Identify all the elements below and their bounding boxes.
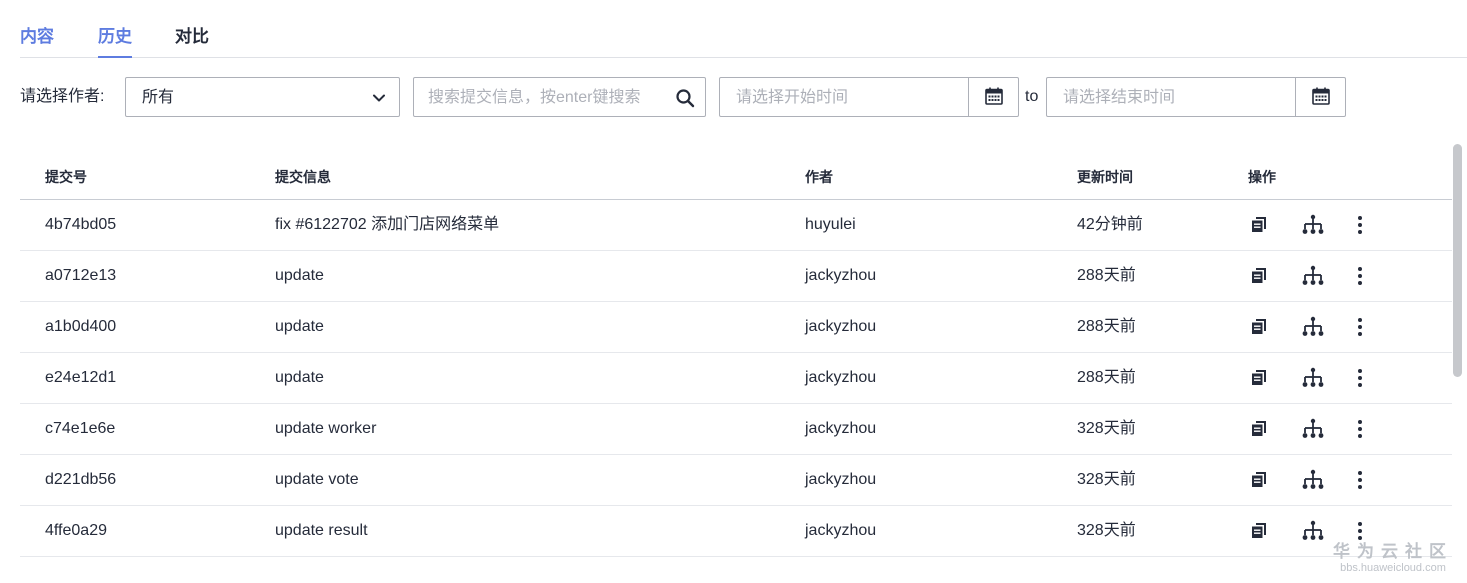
search-icon[interactable] [675, 88, 695, 108]
commit-author: jackyzhou [805, 522, 877, 539]
table-row: d221db56 update vote jackyzhou 328天前 [20, 455, 1452, 506]
commit-time: 288天前 [1077, 267, 1136, 284]
copy-icon[interactable] [1247, 315, 1271, 339]
commit-message: update result [275, 522, 368, 539]
table-row: e24e12d1 update jackyzhou 288天前 [20, 353, 1452, 404]
branch-tree-icon[interactable] [1301, 366, 1325, 390]
commit-id-link[interactable]: c74e1e6e [45, 418, 115, 440]
commit-time: 42分钟前 [1077, 216, 1143, 233]
header-commit-id: 提交号 [45, 169, 87, 185]
commit-message: update vote [275, 471, 359, 488]
more-vertical-icon[interactable] [1348, 468, 1372, 492]
commit-id-link[interactable]: a1b0d400 [45, 316, 116, 338]
tab-history[interactable]: 历史 [98, 25, 132, 58]
copy-icon[interactable] [1247, 264, 1271, 288]
table-body: 4b74bd05 fix #6122702 添加门店网络菜单 huyulei 4… [20, 200, 1452, 557]
table-header: 提交号 提交信息 作者 更新时间 操作 [20, 150, 1452, 200]
commit-message: update [275, 267, 324, 284]
copy-icon[interactable] [1247, 468, 1271, 492]
more-vertical-icon[interactable] [1348, 519, 1372, 543]
branch-tree-icon[interactable] [1301, 417, 1325, 441]
commit-search-box [413, 77, 706, 117]
copy-icon[interactable] [1247, 417, 1271, 441]
branch-tree-icon[interactable] [1301, 468, 1325, 492]
author-select-value: 所有 [142, 89, 175, 106]
commit-time: 328天前 [1077, 522, 1136, 539]
commit-id-link[interactable]: d221db56 [45, 469, 116, 491]
calendar-icon [1312, 87, 1330, 105]
commit-time: 328天前 [1077, 471, 1136, 488]
author-filter-label: 请选择作者: [20, 88, 105, 105]
more-vertical-icon[interactable] [1348, 315, 1372, 339]
tab-history-label: 历史 [98, 27, 132, 46]
header-commit-message: 提交信息 [275, 169, 331, 185]
commit-id-link[interactable]: a0712e13 [45, 265, 116, 287]
copy-icon[interactable] [1247, 366, 1271, 390]
chevron-down-icon [373, 94, 385, 102]
commit-search-input[interactable] [428, 87, 668, 109]
copy-icon[interactable] [1247, 213, 1271, 237]
header-author: 作者 [805, 169, 833, 185]
commit-author: jackyzhou [805, 471, 877, 488]
author-select[interactable]: 所有 [125, 77, 400, 117]
branch-tree-icon[interactable] [1301, 315, 1325, 339]
commit-author: jackyzhou [805, 420, 877, 437]
commit-time: 288天前 [1077, 318, 1136, 335]
watermark: 华为云社区 bbs.huaweicloud.com [1333, 542, 1453, 575]
tab-compare[interactable]: 对比 [175, 25, 209, 49]
commit-author: jackyzhou [805, 267, 877, 284]
commit-author: huyulei [805, 216, 856, 233]
branch-tree-icon[interactable] [1301, 213, 1325, 237]
commit-id-link[interactable]: e24e12d1 [45, 367, 116, 389]
table-row: c74e1e6e update worker jackyzhou 328天前 [20, 404, 1452, 455]
table-row: 4ffe0a29 update result jackyzhou 328天前 [20, 506, 1452, 557]
start-date-picker [719, 77, 1019, 117]
start-date-calendar-button[interactable] [968, 78, 1018, 116]
commit-author: jackyzhou [805, 318, 877, 335]
commit-message: update [275, 318, 324, 335]
watermark-url: bbs.huaweicloud.com [1340, 562, 1446, 574]
commit-message: fix #6122702 添加门店网络菜单 [275, 216, 500, 233]
commit-message: update worker [275, 420, 377, 437]
branch-tree-icon[interactable] [1301, 519, 1325, 543]
commit-id-link[interactable]: 4b74bd05 [45, 214, 116, 236]
more-vertical-icon[interactable] [1348, 213, 1372, 237]
header-actions: 操作 [1248, 169, 1276, 185]
commit-history-table: 提交号 提交信息 作者 更新时间 操作 4b74bd05 fix #612270… [20, 150, 1452, 557]
table-row: a1b0d400 update jackyzhou 288天前 [20, 302, 1452, 353]
more-vertical-icon[interactable] [1348, 264, 1372, 288]
calendar-icon [985, 87, 1003, 105]
tab-bar: 内容 历史 对比 [20, 0, 1467, 58]
commit-id-link[interactable]: 4ffe0a29 [45, 520, 107, 542]
branch-tree-icon[interactable] [1301, 264, 1325, 288]
start-date-input[interactable] [736, 87, 956, 109]
header-update-time: 更新时间 [1077, 169, 1133, 185]
table-scrollbar-thumb[interactable] [1453, 144, 1462, 377]
commit-time: 288天前 [1077, 369, 1136, 386]
active-tab-indicator [98, 56, 132, 58]
watermark-title: 华为云社区 [1333, 542, 1453, 561]
table-row: 4b74bd05 fix #6122702 添加门店网络菜单 huyulei 4… [20, 200, 1452, 251]
end-date-input[interactable] [1063, 87, 1283, 109]
table-row: a0712e13 update jackyzhou 288天前 [20, 251, 1452, 302]
end-date-picker [1046, 77, 1346, 117]
tab-content[interactable]: 内容 [20, 25, 54, 49]
end-date-calendar-button[interactable] [1295, 78, 1345, 116]
date-range-separator: to [1025, 88, 1039, 105]
copy-icon[interactable] [1247, 519, 1271, 543]
commit-message: update [275, 369, 324, 386]
more-vertical-icon[interactable] [1348, 366, 1372, 390]
more-vertical-icon[interactable] [1348, 417, 1372, 441]
commit-author: jackyzhou [805, 369, 877, 386]
commit-time: 328天前 [1077, 420, 1136, 437]
